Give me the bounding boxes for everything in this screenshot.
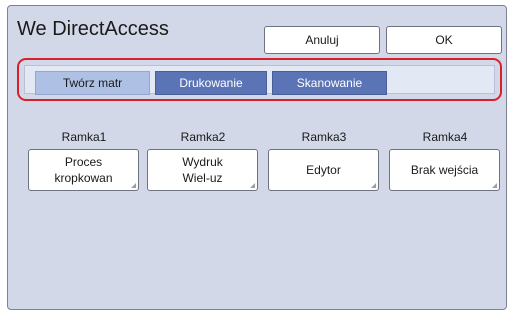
tab-create-master[interactable]: Twórz matr xyxy=(35,71,150,95)
corner-mark-icon xyxy=(131,183,136,188)
frame4-button-label: Brak wejścia xyxy=(410,163,479,177)
frame4-button[interactable]: Brak wejścia xyxy=(389,149,500,191)
frame3-button[interactable]: Edytor xyxy=(268,149,379,191)
frame3-label: Ramka3 xyxy=(301,130,347,144)
frame1-label: Ramka1 xyxy=(61,130,107,144)
ok-button[interactable]: OK xyxy=(386,26,502,54)
frame2-button[interactable]: Wydruk Wiel-uz xyxy=(147,149,258,191)
cancel-button[interactable]: Anuluj xyxy=(264,26,380,54)
corner-mark-icon xyxy=(492,183,497,188)
frame3-button-label: Edytor xyxy=(306,163,341,177)
frame1-button-label: Proces kropkowan xyxy=(54,155,113,185)
frame4-label: Ramka4 xyxy=(422,130,468,144)
frame2-button-label: Wydruk Wiel-uz xyxy=(182,155,223,185)
frame2-label: Ramka2 xyxy=(180,130,226,144)
tab-printing[interactable]: Drukowanie xyxy=(155,71,267,95)
tab-bar: Twórz matr Drukowanie Skanowanie xyxy=(24,65,495,95)
corner-mark-icon xyxy=(371,183,376,188)
tab-scanning[interactable]: Skanowanie xyxy=(272,71,387,95)
frame1-button[interactable]: Proces kropkowan xyxy=(28,149,139,191)
page-title: We DirectAccess xyxy=(17,18,169,40)
corner-mark-icon xyxy=(250,183,255,188)
tab-highlight-box: Twórz matr Drukowanie Skanowanie xyxy=(17,58,502,101)
